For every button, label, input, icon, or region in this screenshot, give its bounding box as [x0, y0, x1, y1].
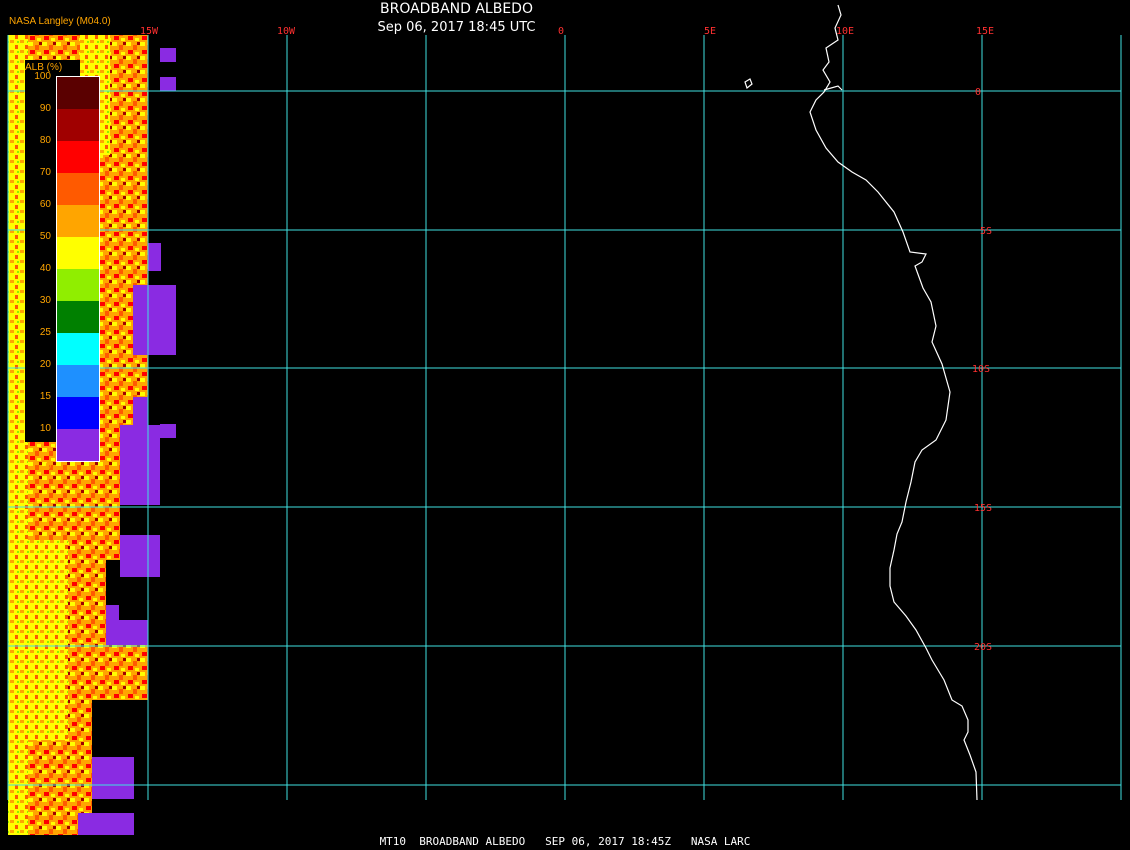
legend-level-label: 15	[39, 391, 51, 402]
albedo-map: 15W 10W 0 5E 10E 15E 0 5S 10S 15S 20S	[7, 4, 1122, 835]
lat-label-15s: 15S	[974, 503, 992, 514]
lat-label-20s: 20S	[974, 642, 992, 653]
legend-level-label: 0	[45, 461, 51, 472]
coastline	[744, 4, 978, 801]
lat-label-0: 0	[975, 87, 981, 98]
legend-level-label: 25	[39, 327, 51, 338]
legend-level-label: 60	[39, 199, 51, 210]
lat-label-5s: 5S	[980, 226, 992, 237]
legend-level-label: 20	[39, 359, 51, 370]
legend-level-label: 80	[39, 135, 51, 146]
lon-label-15e: 15E	[976, 26, 994, 37]
map-datetime: Sep 06, 2017 18:45 UTC	[377, 20, 536, 35]
lat-lon-grid	[7, 35, 1122, 800]
legend-level-label: 90	[39, 103, 51, 114]
footer-caption: MT10 BROADBAND ALBEDO SEP 06, 2017 18:45…	[379, 835, 751, 848]
legend-level-label: 100	[34, 71, 51, 82]
legend-level-label: 50	[39, 231, 51, 242]
color-legend: ALB (%) 100 90 80 70 60 50 40 30 25 20 15 10 0	[25, 60, 100, 472]
source-label: NASA Langley (M04.0)	[9, 16, 111, 27]
legend-level-label: 30	[39, 295, 51, 306]
legend-level-label: 40	[39, 263, 51, 274]
legend-frame	[56, 76, 100, 462]
legend-level-label: 10	[39, 423, 51, 434]
legend-level-label: 70	[39, 167, 51, 178]
map-title: BROADBAND ALBEDO	[380, 1, 533, 17]
lat-label-10s: 10S	[972, 364, 990, 375]
